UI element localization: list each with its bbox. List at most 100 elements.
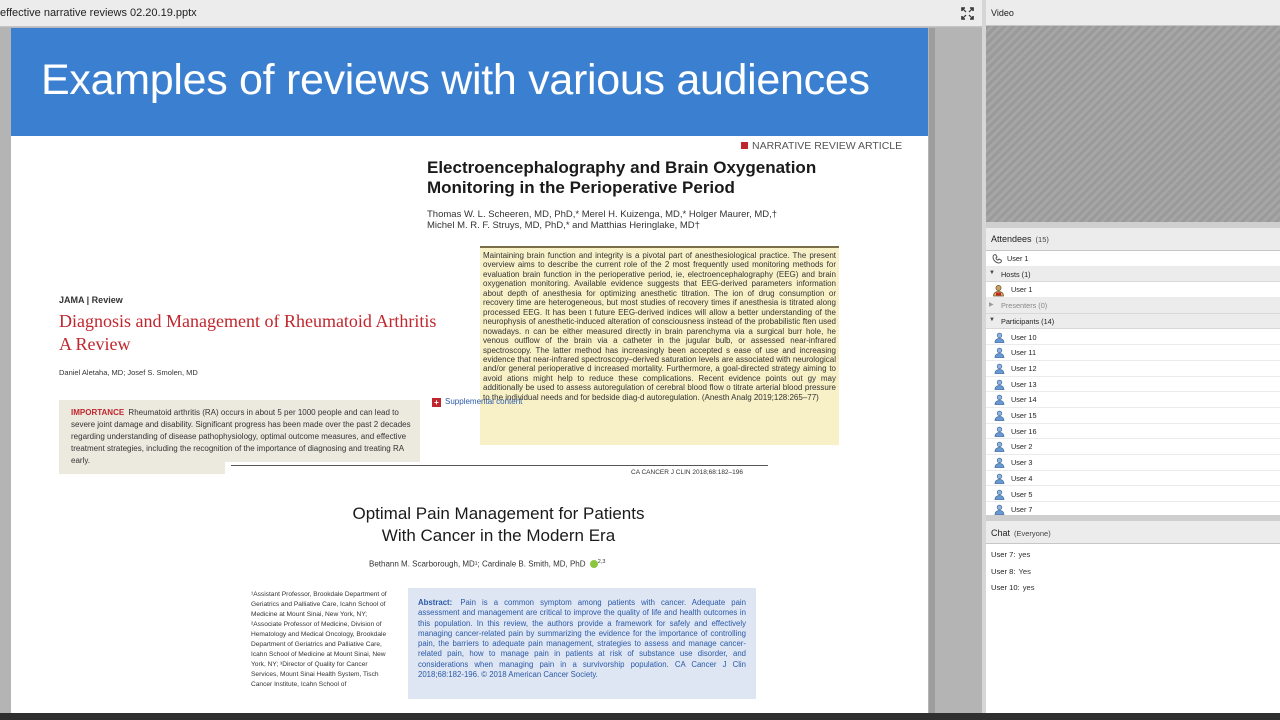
- chat-scope: (Everyone): [1014, 529, 1051, 538]
- participant-name: User 12: [1011, 363, 1037, 373]
- participant-row[interactable]: User 10: [986, 330, 1280, 346]
- chat-sender: User 7:: [991, 550, 1016, 559]
- article2-authors: Daniel Aletaha, MD; Josef S. Smolen, MD: [59, 368, 198, 377]
- participant-icon: [994, 442, 1005, 453]
- video-pod-header: Video: [986, 0, 1280, 26]
- chat-messages: User 7: yes User 8: Yes User 10: yes: [986, 544, 1280, 713]
- chat-sender: User 8:: [991, 566, 1016, 576]
- participant-name: User 3: [1011, 458, 1033, 468]
- participant-icon: [994, 395, 1005, 406]
- host-row[interactable]: User 1: [986, 282, 1280, 299]
- chat-sender: User 10:: [991, 583, 1020, 592]
- participant-name: User 2: [1011, 442, 1033, 452]
- participant-icon: [994, 457, 1005, 468]
- participant-name: User 16: [1011, 426, 1037, 436]
- video-pod-title: Video: [991, 8, 1014, 18]
- participant-name: User 11: [1011, 348, 1037, 358]
- chat-message: User 7: yes: [991, 550, 1030, 559]
- my-name: User 1: [1007, 254, 1029, 263]
- participant-row[interactable]: User 7: [986, 502, 1280, 515]
- article2-journal: JAMA | Review: [59, 295, 123, 305]
- participant-row[interactable]: User 14: [986, 392, 1280, 408]
- article3-abstract: Abstract: Pain is a common symptom among…: [408, 588, 756, 699]
- supplemental-label: Supplemental content: [445, 397, 523, 406]
- participants-section-header[interactable]: ▼ Participants (14): [986, 313, 1280, 330]
- hosts-section-header[interactable]: ▼ Hosts (1): [986, 266, 1280, 283]
- tag-square-icon: [741, 142, 748, 149]
- fullscreen-icon[interactable]: [961, 7, 974, 20]
- attendees-pod-title: Attendees (15): [991, 234, 1049, 244]
- participant-row[interactable]: User 12: [986, 361, 1280, 377]
- article1-title: Electroencephalography and Brain Oxygena…: [427, 158, 897, 198]
- slide: Examples of reviews with various audienc…: [11, 28, 928, 713]
- status-icon[interactable]: [991, 253, 1003, 265]
- article1-authors-line1: Thomas W. L. Scheeren, MD, PhD,* Merel H…: [427, 209, 778, 220]
- participant-row[interactable]: User 5: [986, 487, 1280, 503]
- article1-authors-line2: Michel M. R. F. Struys, MD, PhD,* and Ma…: [427, 220, 700, 231]
- participant-name: User 13: [1011, 379, 1037, 389]
- chat-pod-header: Chat (Everyone): [986, 521, 1280, 544]
- article-type-label: NARRATIVE REVIEW ARTICLE: [752, 140, 903, 152]
- participant-icon: [994, 426, 1005, 437]
- chat-title-text: Chat: [991, 528, 1011, 538]
- article-type-tag: NARRATIVE REVIEW ARTICLE: [741, 140, 902, 152]
- participant-row[interactable]: User 2: [986, 439, 1280, 456]
- participant-row[interactable]: User 3: [986, 455, 1280, 471]
- hosts-label: Hosts (1): [1001, 269, 1031, 279]
- article2-title: Diagnosis and Management of Rheumatoid A…: [59, 311, 437, 331]
- supplemental-content-link: + Supplemental content: [432, 397, 522, 407]
- my-status-row[interactable]: User 1: [986, 251, 1280, 267]
- expanded-arrow-icon[interactable]: ▼: [989, 270, 995, 276]
- article3-title-line1: Optimal Pain Management for Patients: [352, 504, 645, 523]
- chat-message: User 10: yes: [991, 583, 1035, 592]
- attendee-list[interactable]: User 1 ▼ Hosts (1) User 1 ▶ Presenters (…: [986, 251, 1280, 515]
- chat-text: yes: [1018, 550, 1031, 559]
- participant-icon: [994, 504, 1005, 515]
- participant-icon: [994, 410, 1005, 421]
- host-icon: [993, 285, 1004, 297]
- article1-abstract: Maintaining brain function and integrity…: [480, 246, 839, 445]
- participant-row[interactable]: User 4: [986, 471, 1280, 487]
- participant-icon: [994, 473, 1005, 484]
- article2-subtitle: A Review: [59, 334, 131, 354]
- participant-name: User 5: [1011, 489, 1033, 499]
- article1-title-line2: Monitoring in the Perioperative Period: [427, 178, 735, 197]
- participant-icon: [994, 379, 1005, 390]
- collapsed-arrow-icon[interactable]: ▶: [989, 301, 994, 308]
- slide-header: Examples of reviews with various audienc…: [11, 28, 928, 136]
- participant-row[interactable]: User 16: [986, 424, 1280, 440]
- participant-name: User 7: [1011, 505, 1033, 515]
- participant-icon: [994, 363, 1005, 374]
- participant-name: User 14: [1011, 395, 1037, 405]
- article1-title-line1: Electroencephalography and Brain Oxygena…: [427, 158, 817, 177]
- article3-authors: Bethann M. Scarborough, MD¹; Cardinale B…: [369, 559, 605, 569]
- article3-journal-header: CA CANCER J CLIN 2018;68:182–196: [631, 469, 744, 476]
- importance-label: IMPORTANCE: [71, 408, 125, 417]
- participant-row[interactable]: User 13: [986, 377, 1280, 393]
- stage-shadow: [929, 28, 935, 714]
- presenters-section-header[interactable]: ▶ Presenters (0): [986, 298, 1280, 314]
- participant-row[interactable]: User 11: [986, 345, 1280, 361]
- chat-message: User 8: Yes: [991, 567, 1031, 576]
- slide-title: Examples of reviews with various audienc…: [41, 56, 870, 104]
- document-title: effective narrative reviews 02.20.19.ppt…: [0, 7, 197, 19]
- share-pod: effective narrative reviews 02.20.19.ppt…: [0, 0, 982, 720]
- participants-label: Participants (14): [1001, 316, 1055, 326]
- participant-icon: [994, 347, 1005, 359]
- presenters-label: Presenters (0): [1001, 301, 1048, 311]
- participant-row[interactable]: User 15: [986, 408, 1280, 424]
- chat-text: Yes: [1018, 566, 1031, 576]
- attendees-title-text: Attendees: [991, 234, 1032, 244]
- article3-header-rule: [231, 465, 768, 466]
- participant-name: User 10: [1011, 332, 1037, 342]
- share-pod-titlebar: effective narrative reviews 02.20.19.ppt…: [0, 0, 982, 27]
- participant-icon: [994, 332, 1005, 343]
- host-name: User 1: [1011, 285, 1033, 295]
- plus-icon: +: [432, 398, 441, 407]
- bottom-bar: [0, 713, 1280, 720]
- chat-text: yes: [1022, 583, 1035, 592]
- attendees-pod-header: Attendees (15): [986, 228, 1280, 251]
- participant-icon: [994, 489, 1005, 500]
- right-column: Video Attendees (15) User 1 ▼ Hosts (1) U…: [986, 0, 1280, 713]
- expanded-arrow-icon[interactable]: ▼: [989, 317, 995, 323]
